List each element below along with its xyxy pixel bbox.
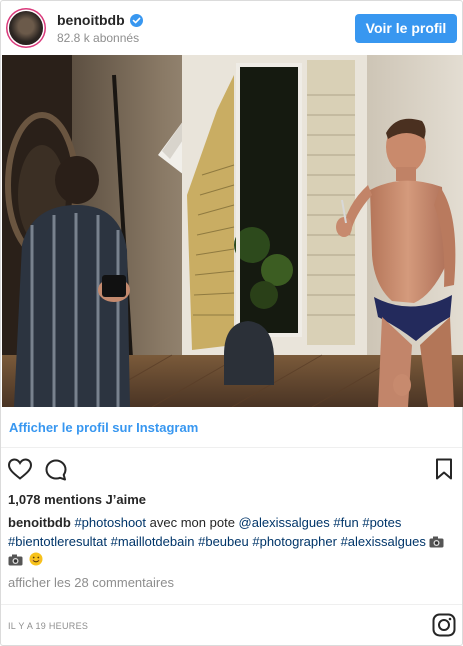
username[interactable]: benoitbdb [57, 12, 125, 28]
bookmark-icon[interactable] [435, 458, 453, 485]
hashtag-link[interactable]: #potes [362, 515, 401, 530]
smiling-face-emoji-icon [29, 552, 43, 567]
post-caption: benoitbdb #photoshoot avec mon pote @ale… [8, 514, 448, 570]
camera-emoji-icon [8, 552, 29, 567]
mention-link[interactable]: @alexissalgues [239, 515, 330, 530]
divider [1, 447, 462, 448]
hashtag-link[interactable]: #bientotleresultat [8, 534, 107, 549]
follower-count: 82.8 k abonnés [57, 31, 140, 45]
instagram-logo-icon[interactable] [432, 613, 456, 642]
username-row: benoitbdb [57, 12, 143, 28]
verified-badge-icon [129, 13, 143, 27]
hashtag-link[interactable]: #maillotdebain [111, 534, 195, 549]
caption-text: avec mon pote [146, 515, 239, 530]
instagram-embed: benoitbdb 82.8 k abonnés Voir le profil [0, 0, 463, 646]
view-profile-button[interactable]: Voir le profil [355, 14, 457, 43]
hashtag-link[interactable]: #alexissalgues [341, 534, 426, 549]
hashtag-link[interactable]: #fun [333, 515, 358, 530]
divider [1, 604, 462, 605]
view-comments-link[interactable]: afficher les 28 commentaires [8, 575, 174, 590]
hashtag-link[interactable]: #photoshoot [74, 515, 146, 530]
comment-icon[interactable] [44, 458, 68, 487]
post-header: benoitbdb 82.8 k abonnés Voir le profil [1, 1, 462, 55]
photo-illustration [2, 55, 463, 407]
heart-icon[interactable] [7, 457, 33, 486]
post-timestamp[interactable]: IL Y A 19 HEURES [8, 621, 88, 631]
avatar[interactable] [9, 11, 43, 45]
hashtag-link[interactable]: #photographer [252, 534, 337, 549]
post-photo[interactable] [2, 55, 463, 407]
hashtag-link[interactable]: #beubeu [198, 534, 249, 549]
like-count[interactable]: 1,078 mentions J’aime [8, 492, 146, 507]
view-on-instagram-link[interactable]: Afficher le profil sur Instagram [9, 420, 198, 435]
caption-username[interactable]: benoitbdb [8, 515, 71, 530]
camera-emoji-icon [429, 534, 446, 549]
